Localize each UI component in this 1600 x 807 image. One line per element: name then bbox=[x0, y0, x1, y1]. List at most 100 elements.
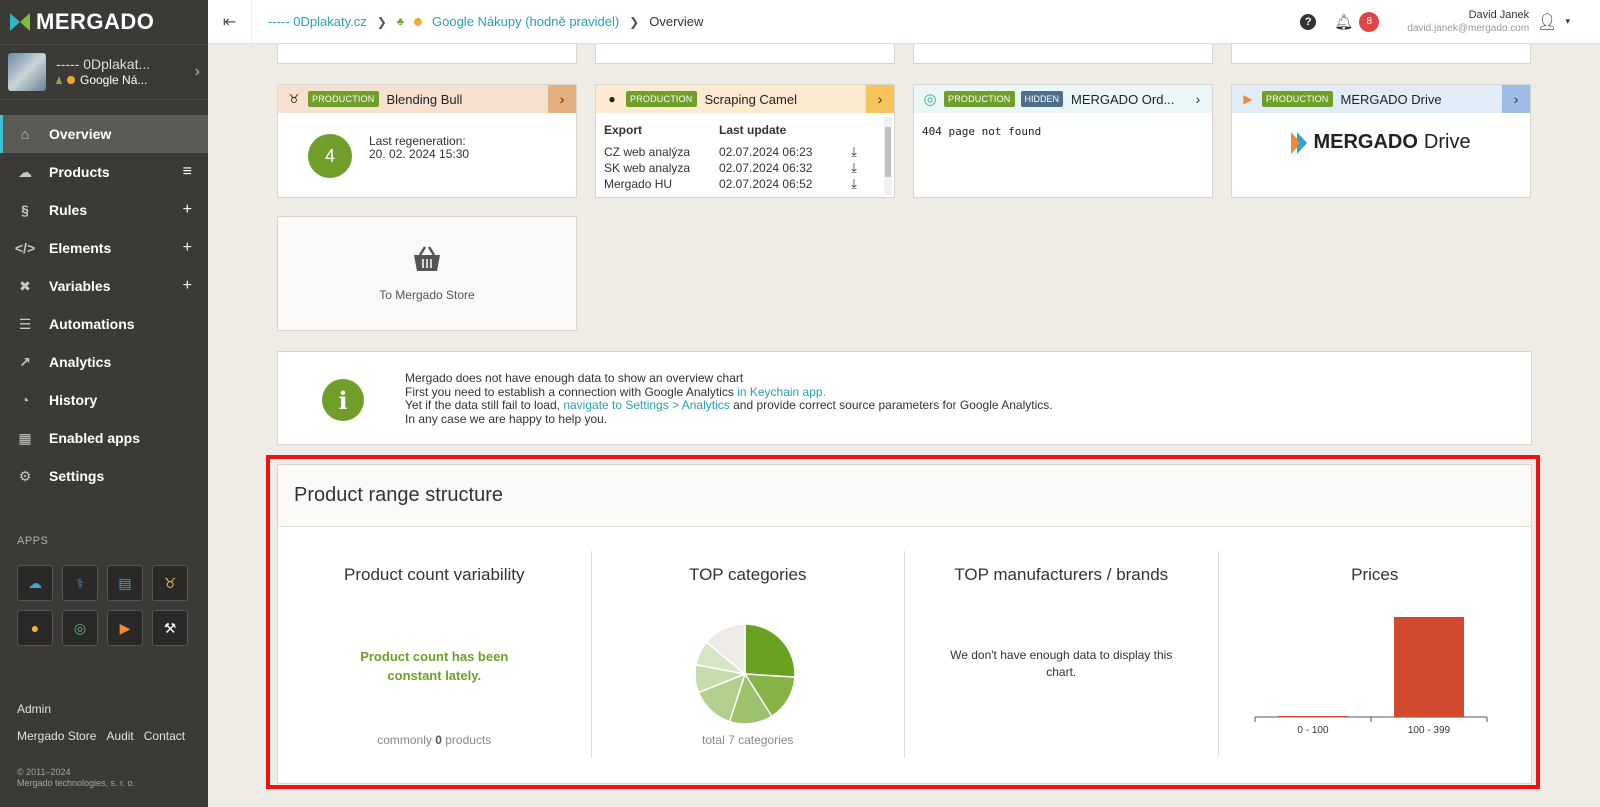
prices-bar-chart: 0 - 100 100 - 399 bbox=[1254, 617, 1487, 736]
list-icon[interactable]: ≡ bbox=[183, 163, 192, 181]
topbar: ⇤ ----- 0Dplakaty.cz ❯ ♣ Google Nákupy (… bbox=[208, 0, 1600, 44]
app-card-stub bbox=[277, 44, 577, 64]
info-line: Mergado does not have enough data to sho… bbox=[405, 371, 744, 385]
nav-enabled-apps[interactable]: ▦ Enabled apps bbox=[0, 419, 208, 457]
app-bull-icon[interactable]: ♉ bbox=[152, 565, 188, 601]
nav-rules[interactable]: § Rules + bbox=[0, 191, 208, 229]
user-email: david.janek@mergado.com bbox=[1407, 22, 1530, 34]
user-icon: 👤︎ bbox=[1537, 13, 1558, 31]
notifications-button[interactable]: 🔔︎ 8 bbox=[1334, 11, 1380, 32]
apps-grid-icon: ▦ bbox=[18, 429, 32, 446]
download-icon[interactable]: ⤓ bbox=[844, 160, 864, 176]
categories-total: total 7 categories bbox=[702, 733, 794, 747]
regeneration-count: 4 bbox=[308, 134, 352, 178]
chevron-right-icon[interactable]: › bbox=[1502, 85, 1530, 113]
price-bar bbox=[1393, 617, 1464, 717]
production-badge: PRODUCTION bbox=[1262, 91, 1333, 107]
nav-elements[interactable]: </> Elements + bbox=[0, 229, 208, 267]
keychain-link[interactable]: in Keychain app. bbox=[737, 385, 826, 399]
project-name: ----- 0Dplakat... bbox=[56, 56, 151, 72]
panel-title: Prices bbox=[1351, 565, 1399, 584]
code-icon: </> bbox=[14, 240, 36, 256]
project-switcher[interactable]: ----- 0Dplakat... Google Ná... › bbox=[0, 44, 208, 100]
user-menu[interactable]: David Janek david.janek@mergado.com 👤︎ ▾ bbox=[1397, 9, 1570, 35]
nav-overview[interactable]: ⌂ Overview bbox=[0, 115, 208, 153]
apps-grid: ☁ ⚕ ▤ ♉ ● ◎ ▶ ⚒ bbox=[17, 565, 188, 646]
products-count: commonly 0 products bbox=[377, 733, 492, 747]
add-variable-icon[interactable]: + bbox=[183, 277, 192, 295]
home-icon: ⌂ bbox=[20, 126, 30, 142]
nav-history[interactable]: ◔ History bbox=[0, 381, 208, 419]
bell-icon: 🔔︎ bbox=[1334, 13, 1354, 31]
breadcrumb: ----- 0Dplakaty.cz ❯ ♣ Google Nákupy (ho… bbox=[268, 14, 703, 29]
admin-link[interactable]: Admin bbox=[17, 702, 51, 716]
mergado-logo[interactable]: MERGADO bbox=[0, 0, 208, 44]
chevron-right-icon[interactable]: › bbox=[1184, 85, 1212, 113]
main-nav: ⌂ Overview ☁ Products ≡ § Rules + </> El… bbox=[0, 115, 208, 495]
app-card-stub bbox=[595, 44, 895, 64]
breadcrumb-project[interactable]: Google Nákupy (hodně pravidel) bbox=[432, 14, 619, 29]
download-icon[interactable]: ⤓ bbox=[844, 176, 864, 192]
add-rule-icon[interactable]: + bbox=[183, 201, 192, 219]
products-icon: ☁ bbox=[18, 163, 32, 180]
column-header: Export bbox=[604, 123, 643, 137]
info-line: In any case we are happy to help you. bbox=[405, 411, 608, 426]
app-stethoscope-icon[interactable]: ⚕ bbox=[62, 565, 98, 601]
app-wrench-icon[interactable]: ⚒ bbox=[152, 610, 188, 646]
export-table: Export Last update CZ web analýza 02.07.… bbox=[604, 120, 866, 192]
mergado-store-card[interactable]: To Mergado Store bbox=[277, 216, 577, 331]
app-keychain-icon[interactable]: ▤ bbox=[107, 565, 143, 601]
sidebar: MERGADO ----- 0Dplakat... Google Ná... ›… bbox=[0, 0, 208, 807]
chevron-right-icon[interactable]: › bbox=[548, 85, 576, 113]
app-orders-icon[interactable]: ◎ bbox=[62, 610, 98, 646]
card-header[interactable]: ◎ PRODUCTION HIDDEN MERGADO Ord... › bbox=[914, 85, 1212, 113]
table-row: SK web analyza 02.07.2024 06:32 ⤓ bbox=[604, 160, 866, 176]
help-icon[interactable]: ? bbox=[1300, 13, 1317, 30]
nav-analytics[interactable]: ↗ Analytics bbox=[0, 343, 208, 381]
nav-variables[interactable]: ✖ Variables + bbox=[0, 267, 208, 305]
card-header[interactable]: ▶ PRODUCTION MERGADO Drive › bbox=[1232, 85, 1530, 113]
nav-settings[interactable]: ⚙ Settings bbox=[0, 457, 208, 495]
apps-title: APPS bbox=[17, 535, 49, 547]
x-tick-label: 100 - 399 bbox=[1407, 725, 1450, 736]
mergado-store-link[interactable]: Mergado Store bbox=[17, 729, 96, 743]
mergado-orders-card: ◎ PRODUCTION HIDDEN MERGADO Ord... › 404… bbox=[913, 84, 1213, 198]
mergado-drive-card: ▶ PRODUCTION MERGADO Drive › MERGADO Dri… bbox=[1231, 84, 1531, 198]
nav-label: Settings bbox=[49, 468, 105, 484]
card-header[interactable]: ♉ PRODUCTION Blending Bull › bbox=[278, 85, 576, 113]
nav-label: Rules bbox=[49, 202, 88, 218]
automations-icon: ☰ bbox=[18, 315, 32, 332]
app-camel-icon[interactable]: ● bbox=[17, 610, 53, 646]
top-manufacturers-panel: TOP manufacturers / brands We don't have… bbox=[905, 551, 1219, 757]
chevron-right-icon: ❯ bbox=[376, 14, 387, 29]
collapse-sidebar-icon[interactable]: ⇤ bbox=[208, 0, 252, 44]
chevron-right-icon[interactable]: › bbox=[866, 85, 894, 113]
scrollbar[interactable] bbox=[884, 117, 892, 195]
price-bar bbox=[1277, 716, 1348, 718]
app-name: Blending Bull bbox=[386, 91, 463, 107]
nav-products[interactable]: ☁ Products ≡ bbox=[0, 153, 208, 191]
nav-label: Variables bbox=[49, 278, 111, 294]
app-cloud-icon[interactable]: ☁ bbox=[17, 565, 53, 601]
top-categories-panel: TOP categories total 7 categories bbox=[592, 551, 905, 757]
bull-icon: ♉ bbox=[288, 92, 300, 106]
nav-automations[interactable]: ☰ Automations bbox=[0, 305, 208, 343]
variability-panel: Product count variability Product count … bbox=[278, 551, 592, 757]
shop-status-icon bbox=[414, 17, 422, 26]
audit-link[interactable]: Audit bbox=[106, 729, 133, 743]
tree-icon bbox=[56, 76, 62, 84]
variables-icon: ✖ bbox=[19, 277, 31, 294]
breadcrumb-shop[interactable]: ----- 0Dplakaty.cz bbox=[268, 14, 367, 29]
contact-link[interactable]: Contact bbox=[144, 729, 185, 743]
logo-text: MERGADO bbox=[36, 9, 155, 34]
app-card-stub bbox=[913, 44, 1213, 64]
footer-links: Mergado Store Audit Contact bbox=[17, 729, 185, 743]
download-icon[interactable]: ⤓ bbox=[844, 144, 864, 160]
app-drive-icon[interactable]: ▶ bbox=[107, 610, 143, 646]
notification-count-badge: 8 bbox=[1359, 11, 1380, 32]
settings-analytics-link[interactable]: navigate to Settings > Analytics bbox=[563, 398, 729, 412]
card-header[interactable]: ● PRODUCTION Scraping Camel › bbox=[596, 85, 894, 113]
app-name: MERGADO Drive bbox=[1340, 91, 1442, 107]
add-element-icon[interactable]: + bbox=[183, 239, 192, 257]
blending-bull-card: ♉ PRODUCTION Blending Bull › 4 Last rege… bbox=[277, 84, 577, 198]
